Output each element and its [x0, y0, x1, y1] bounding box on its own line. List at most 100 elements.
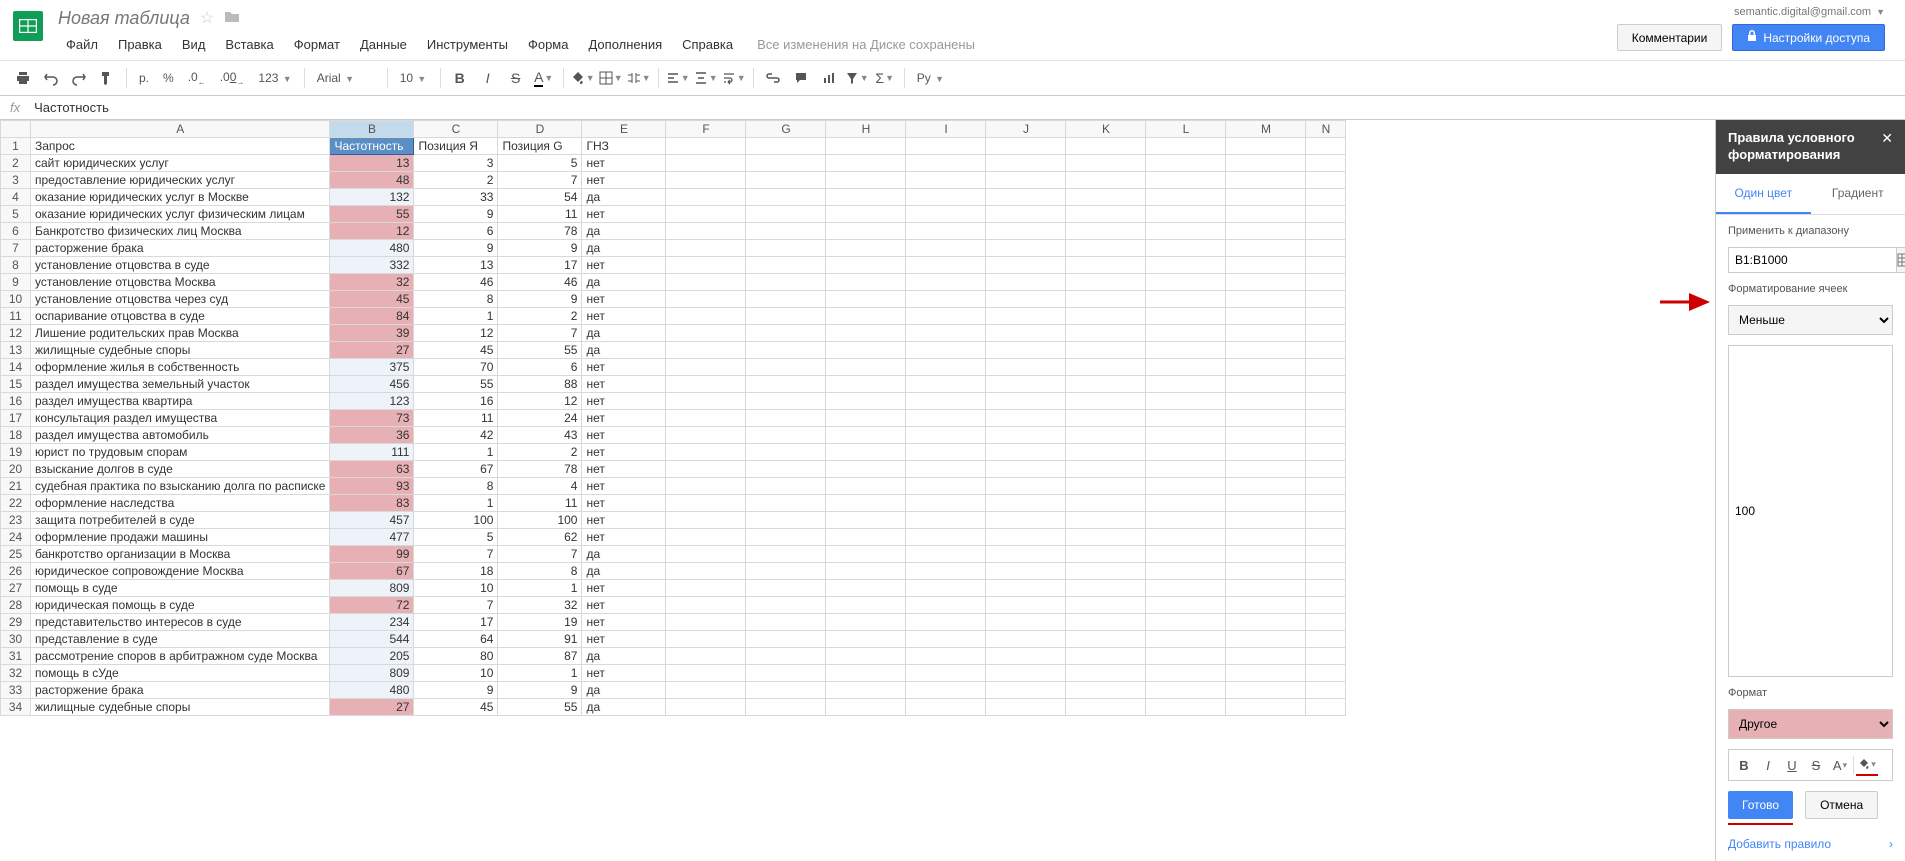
row-header[interactable]: 5: [1, 206, 31, 223]
cell[interactable]: [666, 478, 746, 495]
cell[interactable]: [1146, 138, 1226, 155]
cell[interactable]: [1306, 648, 1346, 665]
cell[interactable]: [986, 325, 1066, 342]
cell[interactable]: [1226, 325, 1306, 342]
cell[interactable]: [666, 580, 746, 597]
close-icon[interactable]: ✕: [1881, 130, 1893, 147]
col-header-A[interactable]: A: [31, 121, 330, 138]
row-header[interactable]: 23: [1, 512, 31, 529]
cell[interactable]: [1306, 461, 1346, 478]
cell[interactable]: [1226, 206, 1306, 223]
cell[interactable]: Позиция G: [498, 138, 582, 155]
cell[interactable]: [666, 444, 746, 461]
cell[interactable]: [826, 138, 906, 155]
filter-icon[interactable]: ▼: [844, 65, 870, 91]
cell[interactable]: 88: [498, 376, 582, 393]
cell[interactable]: [906, 393, 986, 410]
cell[interactable]: нет: [582, 495, 666, 512]
cell[interactable]: сайт юридических услуг: [31, 155, 330, 172]
cell[interactable]: 83: [330, 495, 414, 512]
cell[interactable]: [666, 495, 746, 512]
cell[interactable]: 477: [330, 529, 414, 546]
cell[interactable]: [1066, 682, 1146, 699]
cell[interactable]: [1146, 682, 1226, 699]
cell[interactable]: 45: [330, 291, 414, 308]
cell[interactable]: да: [582, 682, 666, 699]
cell[interactable]: [986, 172, 1066, 189]
cell[interactable]: [1146, 512, 1226, 529]
cell[interactable]: Лишение родительских прав Москва: [31, 325, 330, 342]
cell[interactable]: 100: [414, 512, 498, 529]
cell[interactable]: [1066, 512, 1146, 529]
cell[interactable]: да: [582, 699, 666, 716]
cell[interactable]: [1146, 410, 1226, 427]
cell[interactable]: 457: [330, 512, 414, 529]
menu-справка[interactable]: Справка: [674, 33, 741, 56]
cell[interactable]: [1146, 648, 1226, 665]
cell[interactable]: 8: [498, 563, 582, 580]
cell[interactable]: 10: [414, 580, 498, 597]
cell[interactable]: [746, 410, 826, 427]
cell[interactable]: [1066, 597, 1146, 614]
cell[interactable]: [1226, 274, 1306, 291]
row-header[interactable]: 13: [1, 342, 31, 359]
cell[interactable]: [1226, 223, 1306, 240]
cell[interactable]: [746, 427, 826, 444]
cell[interactable]: [826, 308, 906, 325]
cell[interactable]: 9: [498, 682, 582, 699]
cell[interactable]: [666, 291, 746, 308]
cell[interactable]: [986, 665, 1066, 682]
cell[interactable]: 5: [414, 529, 498, 546]
align-h-icon[interactable]: ▼: [665, 65, 691, 91]
menu-файл[interactable]: Файл: [58, 33, 106, 56]
cell[interactable]: [1146, 597, 1226, 614]
cell[interactable]: нет: [582, 597, 666, 614]
cell[interactable]: [1226, 240, 1306, 257]
cell[interactable]: [666, 665, 746, 682]
cell[interactable]: [986, 546, 1066, 563]
cell[interactable]: [906, 580, 986, 597]
row-header[interactable]: 34: [1, 699, 31, 716]
cell[interactable]: [986, 512, 1066, 529]
cell[interactable]: нет: [582, 155, 666, 172]
cell[interactable]: 80: [414, 648, 498, 665]
row-header[interactable]: 24: [1, 529, 31, 546]
cell[interactable]: нет: [582, 359, 666, 376]
cell[interactable]: [666, 155, 746, 172]
cell[interactable]: [1146, 325, 1226, 342]
cell[interactable]: [1146, 155, 1226, 172]
cell[interactable]: 2: [498, 444, 582, 461]
cell[interactable]: [906, 461, 986, 478]
cell[interactable]: нет: [582, 308, 666, 325]
chart-icon[interactable]: [816, 65, 842, 91]
cell[interactable]: [1066, 631, 1146, 648]
cell[interactable]: [906, 206, 986, 223]
cell[interactable]: [826, 427, 906, 444]
cell[interactable]: [746, 648, 826, 665]
cell[interactable]: [746, 597, 826, 614]
row-header[interactable]: 1: [1, 138, 31, 155]
cell[interactable]: [986, 274, 1066, 291]
cell[interactable]: 93: [330, 478, 414, 495]
cell[interactable]: [1146, 274, 1226, 291]
strike-icon[interactable]: S: [1805, 754, 1827, 776]
cell[interactable]: 8: [414, 478, 498, 495]
cell[interactable]: [986, 529, 1066, 546]
cell[interactable]: [746, 699, 826, 716]
cell[interactable]: Позиция Я: [414, 138, 498, 155]
cell[interactable]: 1: [414, 308, 498, 325]
spreadsheet[interactable]: ABCDEFGHIJKLMN1ЗапросЧастотностьПозиция …: [0, 120, 1715, 861]
range-picker-icon[interactable]: [1897, 247, 1905, 273]
functions-icon[interactable]: Σ▼: [872, 65, 898, 91]
row-header[interactable]: 21: [1, 478, 31, 495]
cell[interactable]: 1: [414, 495, 498, 512]
cell[interactable]: 55: [498, 342, 582, 359]
cell[interactable]: 456: [330, 376, 414, 393]
row-header[interactable]: 32: [1, 665, 31, 682]
cell[interactable]: [1306, 240, 1346, 257]
cell[interactable]: [1226, 580, 1306, 597]
cell[interactable]: [986, 648, 1066, 665]
cell[interactable]: 91: [498, 631, 582, 648]
cell[interactable]: да: [582, 648, 666, 665]
cell[interactable]: [746, 189, 826, 206]
